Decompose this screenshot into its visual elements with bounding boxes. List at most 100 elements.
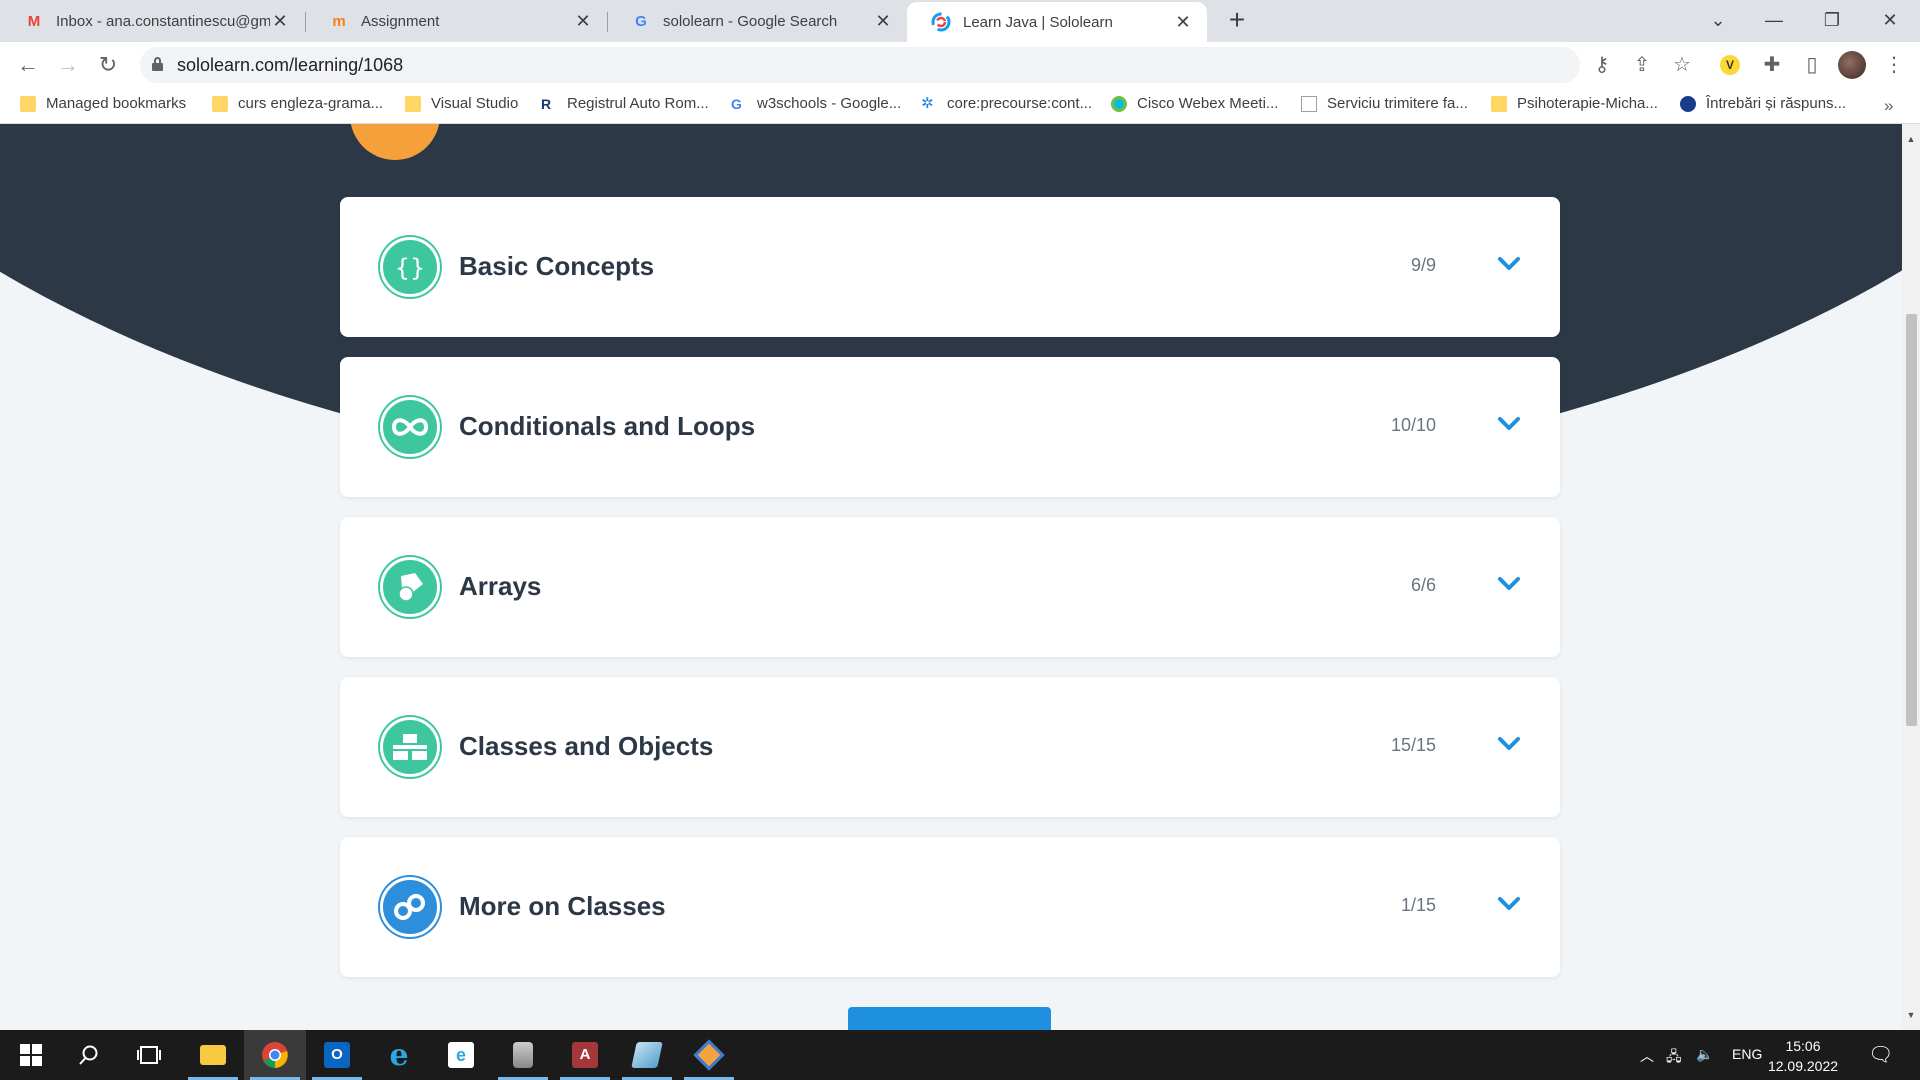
close-tab-icon[interactable]: ✕ [873,11,893,32]
edge-app[interactable]: e [368,1030,430,1080]
module-card-classes-objects[interactable]: Classes and Objects 15/15 [340,677,1560,817]
tray-overflow-icon[interactable]: ︿ [1640,1046,1654,1066]
module-progress: 15/15 [1390,735,1436,755]
close-tab-icon[interactable]: ✕ [573,11,593,32]
reload-icon[interactable]: ↻ [92,49,124,81]
url-text[interactable]: sololearn.com/learning/1068 [177,55,403,76]
tab-sololearn[interactable]: Learn Java | Sololearn ✕ [907,2,1207,42]
module-progress: 10/10 [1390,415,1436,435]
forward-icon[interactable]: → [52,49,84,81]
tab-assignment[interactable]: m Assignment ✕ [305,0,607,42]
bookmark-item[interactable]: Gw3schools - Google... [731,95,901,112]
bookmark-label: w3schools - Google... [757,95,902,112]
lock-icon[interactable] [152,57,163,71]
page-viewport: {} Basic Concepts 9/9 Conditionals and L… [0,124,1902,1030]
page-scrollbar[interactable]: ▲ ▼ [1902,124,1920,1030]
menu-icon[interactable]: ⋮ [1880,52,1908,78]
windows-icon [20,1044,42,1066]
module-card-more-on-classes[interactable]: More on Classes 1/15 [340,837,1560,977]
system-clock[interactable]: 15:06 12.09.2022 [1760,1036,1846,1076]
google-icon: G [731,95,742,112]
close-tab-icon[interactable]: ✕ [1173,12,1193,33]
chrome-icon [262,1042,288,1068]
more-bookmarks-icon[interactable]: » [1884,96,1893,116]
restore-icon[interactable]: ❐ [1812,4,1852,36]
folder-icon [405,95,421,112]
sql-app[interactable] [492,1030,554,1080]
bookmark-item[interactable]: Managed bookmarks [20,95,186,112]
task-view-button[interactable] [118,1030,180,1080]
google-icon: G [635,12,647,30]
bookmark-item[interactable]: Visual Studio [405,95,518,112]
bookmark-item[interactable]: Cisco Webex Meeti... [1111,95,1278,112]
start-button[interactable] [0,1030,62,1080]
notifications-icon[interactable]: 🗨 [1868,1042,1893,1067]
module-title: More on Classes [459,891,666,921]
access-app[interactable]: A [554,1030,616,1080]
bookmark-item[interactable]: Întrebări și răspuns... [1680,95,1846,112]
scroll-down-arrow[interactable]: ▼ [1906,1010,1916,1020]
module-progress: 6/6 [1410,575,1436,595]
bookmark-item[interactable]: curs engleza-grama... [212,95,383,112]
module-card-arrays[interactable]: Arrays 6/6 [340,517,1560,657]
folder-icon [212,95,228,112]
notes-app[interactable] [616,1030,678,1080]
close-window-icon[interactable]: ✕ [1870,4,1910,36]
new-tab-button[interactable]: + [1220,4,1254,36]
minimize-icon[interactable]: — [1754,4,1794,36]
gear-icon: ✲ [921,94,934,112]
windows-taskbar: O e e A ︿ 🖧 🔈 ENG 15:06 12.09.2022 🗨 [0,1030,1920,1080]
git-app[interactable] [678,1030,740,1080]
tab-search-icon[interactable]: ⌄ [1698,4,1738,36]
bookmark-item[interactable]: ✲ core:precourse:cont... [921,95,1092,112]
bookmark-label: core:precourse:cont... [947,95,1093,112]
infinity-icon [380,397,440,457]
side-panel-icon[interactable]: ▯ [1798,52,1826,78]
key-icon[interactable]: ⚷ [1588,52,1616,78]
outlook-icon: O [324,1042,350,1068]
rings-icon [380,877,440,937]
svg-text:{}: {} [395,254,426,282]
notepad-icon [631,1042,663,1068]
chevron-down-icon[interactable] [1494,409,1524,439]
bookmark-label: Întrebări și răspuns... [1706,95,1847,112]
input-language[interactable]: ENG [1732,1046,1762,1062]
search-button[interactable] [58,1030,120,1080]
continue-button[interactable] [848,1007,1051,1030]
module-card-basic-concepts[interactable]: {} Basic Concepts 9/9 [340,197,1560,337]
share-icon[interactable]: ⇪ [1628,52,1656,78]
bookmark-item[interactable]: Serviciu trimitere fa... [1301,95,1468,112]
bookmark-item[interactable]: Psihoterapie-Micha... [1491,95,1658,112]
bookmark-star-icon[interactable]: ☆ [1668,52,1696,78]
profile-avatar[interactable] [1838,51,1866,79]
scroll-up-arrow[interactable]: ▲ [1906,134,1916,144]
extensions-icon[interactable]: ✚ [1758,52,1786,78]
shapes-icon [380,557,440,617]
gmail-icon: M [27,12,41,30]
outlook-app[interactable]: O [306,1030,368,1080]
bookmark-item[interactable]: R Registrul Auto Rom... [541,95,709,112]
tab-title: Learn Java | Sololearn [963,13,1113,31]
back-icon[interactable]: ← [12,49,44,81]
scrollbar-thumb[interactable] [1906,314,1917,726]
sololearn-icon [931,12,951,32]
tab-title: Inbox - ana.constantinescu@gmail.com [56,12,270,30]
clock-date: 12.09.2022 [1767,1058,1839,1074]
tab-google-search[interactable]: G sololearn - Google Search ✕ [607,0,907,42]
tab-title: Assignment [361,12,440,30]
chevron-down-icon[interactable] [1494,249,1524,279]
network-icon[interactable]: 🖧 [1666,1046,1682,1070]
bookmark-label: Visual Studio [431,95,519,112]
volume-icon[interactable]: 🔈 [1696,1046,1713,1063]
chevron-down-icon[interactable] [1494,889,1524,919]
module-card-conditionals-loops[interactable]: Conditionals and Loops 10/10 [340,357,1560,497]
norton-extension-icon[interactable]: V [1720,55,1740,75]
chevron-down-icon[interactable] [1494,729,1524,759]
tab-gmail[interactable]: M Inbox - ana.constantinescu@gmail.com ✕ [0,0,304,42]
chrome-app[interactable] [244,1030,306,1080]
ie-app[interactable]: e [430,1030,492,1080]
file-explorer-app[interactable] [182,1030,244,1080]
document-icon [1301,95,1317,112]
close-tab-icon[interactable]: ✕ [270,11,290,32]
chevron-down-icon[interactable] [1494,569,1524,599]
